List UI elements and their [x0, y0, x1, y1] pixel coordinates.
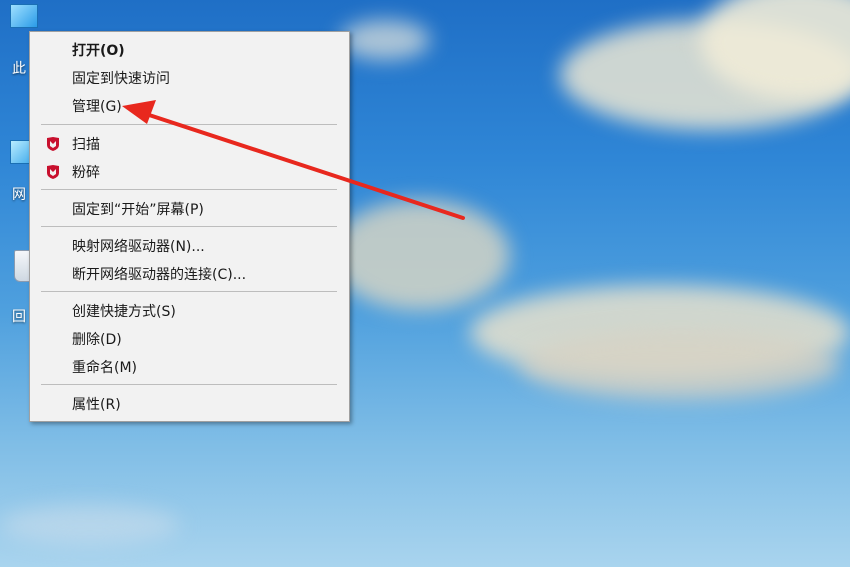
menu-item-label: 重命名(M) — [72, 360, 138, 376]
menu-item-label: 映射网络驱动器(N)... — [72, 239, 205, 255]
menu-separator — [41, 124, 337, 125]
mcafee-shield-icon — [47, 137, 59, 151]
desktop-icon-label: 回 — [12, 309, 26, 325]
menu-item-pin-start[interactable]: 固定到“开始”屏幕(P) — [32, 196, 347, 222]
menu-item-disconnect-network-drive[interactable]: 断开网络驱动器的连接(C)... — [32, 261, 347, 287]
menu-item-label: 固定到“开始”屏幕(P) — [72, 202, 204, 218]
context-menu: 打开(O) 固定到快速访问 管理(G) 扫描 粉碎 固定到“开始”屏幕(P) 映… — [29, 31, 350, 422]
desktop-icon-label: 此 — [12, 61, 26, 77]
menu-item-label: 管理(G) — [72, 99, 122, 115]
menu-separator — [41, 384, 337, 385]
desktop-icon-label: 网 — [12, 187, 26, 203]
menu-item-manage[interactable]: 管理(G) — [32, 93, 347, 119]
menu-item-open[interactable]: 打开(O) — [32, 37, 347, 63]
this-pc-icon — [10, 4, 38, 28]
menu-item-create-shortcut[interactable]: 创建快捷方式(S) — [32, 298, 347, 324]
mcafee-shield-icon — [47, 165, 59, 179]
menu-item-label: 打开(O) — [72, 43, 125, 59]
menu-item-rename[interactable]: 重命名(M) — [32, 354, 347, 380]
menu-item-shred[interactable]: 粉碎 — [32, 159, 347, 185]
menu-item-label: 断开网络驱动器的连接(C)... — [72, 267, 247, 283]
menu-item-label: 扫描 — [72, 137, 100, 153]
cloud — [330, 200, 510, 310]
cloud — [340, 20, 430, 60]
menu-item-pin-quick-access[interactable]: 固定到快速访问 — [32, 65, 347, 91]
menu-separator — [41, 189, 337, 190]
menu-item-delete[interactable]: 删除(D) — [32, 326, 347, 352]
menu-item-label: 创建快捷方式(S) — [72, 304, 176, 320]
menu-separator — [41, 226, 337, 227]
menu-item-scan[interactable]: 扫描 — [32, 131, 347, 157]
menu-item-map-network-drive[interactable]: 映射网络驱动器(N)... — [32, 233, 347, 259]
menu-item-label: 固定到快速访问 — [72, 71, 170, 87]
menu-item-label: 粉碎 — [72, 165, 100, 181]
menu-item-label: 删除(D) — [72, 332, 122, 348]
menu-item-label: 属性(R) — [72, 397, 121, 413]
cloud — [520, 330, 840, 400]
cloud — [0, 505, 180, 545]
menu-separator — [41, 291, 337, 292]
menu-item-properties[interactable]: 属性(R) — [32, 391, 347, 417]
